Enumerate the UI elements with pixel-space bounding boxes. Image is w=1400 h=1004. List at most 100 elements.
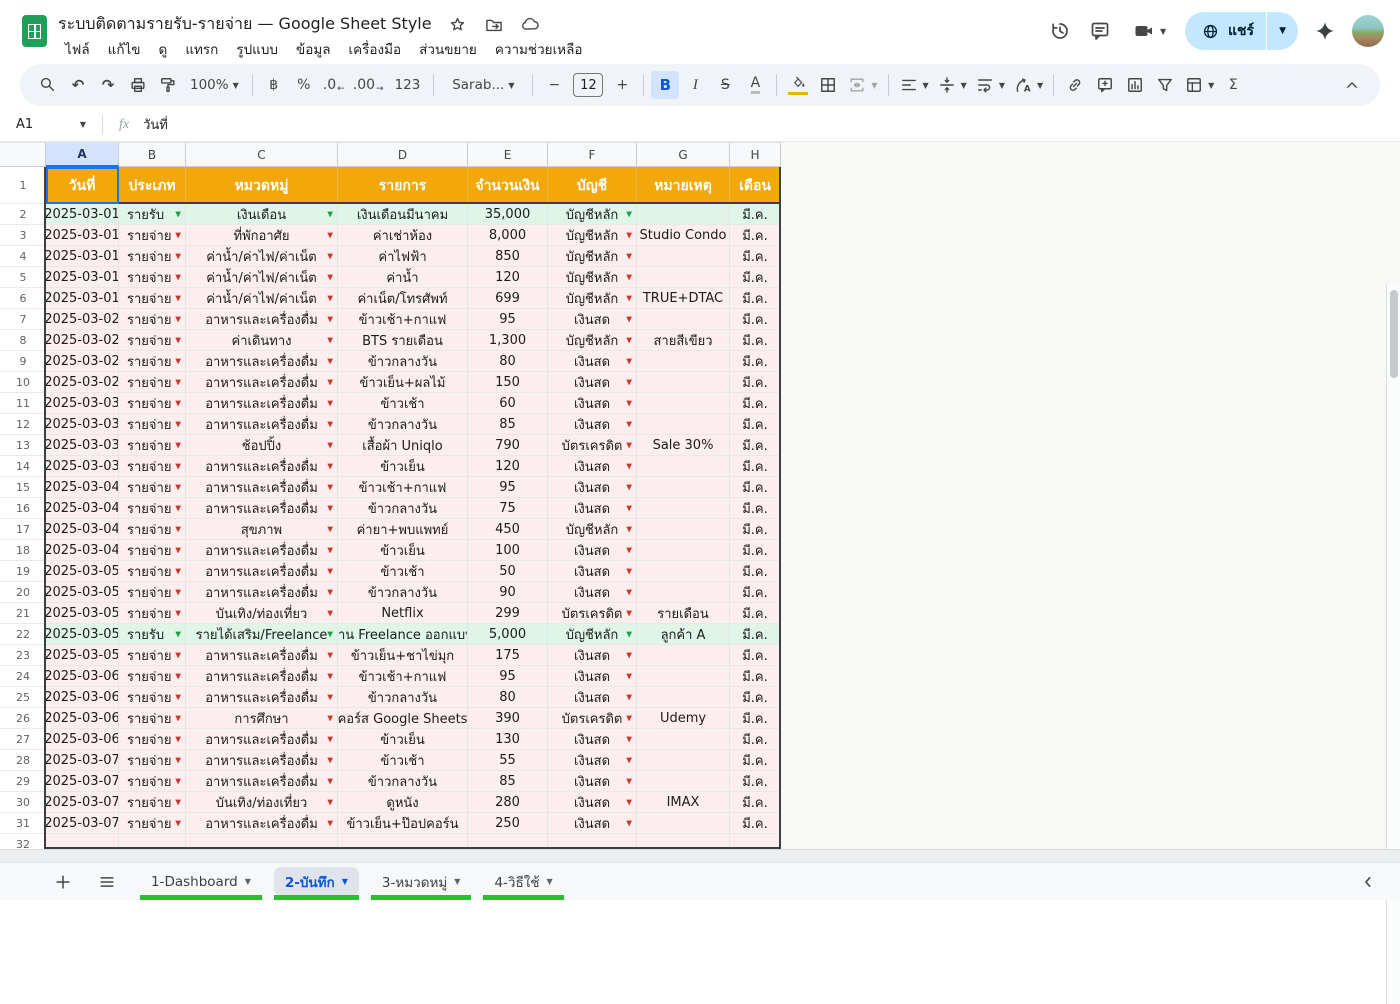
insert-link-button[interactable]	[1061, 71, 1089, 99]
cell-H4[interactable]: มี.ค.	[730, 246, 781, 267]
row-number-27[interactable]: 27	[0, 729, 46, 750]
cell-B21[interactable]: รายจ่าย▼	[119, 603, 186, 624]
redo-button[interactable]: ↷	[94, 71, 122, 99]
cell-E15[interactable]: 95	[468, 477, 548, 498]
text-color-button[interactable]: A	[741, 71, 769, 99]
row-number-1[interactable]: 1	[0, 167, 46, 204]
cell-H7[interactable]: มี.ค.	[730, 309, 781, 330]
cell-D12[interactable]: ข้าวกลางวัน	[338, 414, 468, 435]
row-number-19[interactable]: 19	[0, 561, 46, 582]
cell-C7[interactable]: อาหารและเครื่องดื่ม▼	[186, 309, 338, 330]
cell-A19[interactable]: 2025-03-05	[46, 561, 119, 582]
cell-D7[interactable]: ข้าวเช้า+กาแฟ	[338, 309, 468, 330]
cell-F21[interactable]: บัตรเครดิต▼	[548, 603, 637, 624]
cell-F8[interactable]: บัญชีหลัก▼	[548, 330, 637, 351]
dropdown-arrow-icon[interactable]: ▼	[175, 315, 181, 324]
number-format-button[interactable]: 123	[389, 71, 427, 99]
cell-E14[interactable]: 120	[468, 456, 548, 477]
namebox-dropdown-icon[interactable]: ▼	[80, 120, 86, 129]
cell-B16[interactable]: รายจ่าย▼	[119, 498, 186, 519]
cell-E20[interactable]: 90	[468, 582, 548, 603]
dropdown-arrow-icon[interactable]: ▼	[327, 231, 333, 240]
dropdown-arrow-icon[interactable]: ▼	[626, 315, 632, 324]
dropdown-arrow-icon[interactable]: ▼	[327, 315, 333, 324]
dropdown-arrow-icon[interactable]: ▼	[327, 273, 333, 282]
cell-E32[interactable]	[468, 834, 548, 849]
dropdown-arrow-icon[interactable]: ▼	[626, 609, 632, 618]
cell-F12[interactable]: เงินสด▼	[548, 414, 637, 435]
cell-E21[interactable]: 299	[468, 603, 548, 624]
dropdown-arrow-icon[interactable]: ▼	[626, 273, 632, 282]
cell-H27[interactable]: มี.ค.	[730, 729, 781, 750]
cell-D26[interactable]: คอร์ส Google Sheets	[338, 708, 468, 729]
borders-button[interactable]	[814, 71, 842, 99]
dropdown-arrow-icon[interactable]: ▼	[327, 441, 333, 450]
row-number-5[interactable]: 5	[0, 267, 46, 288]
tab-dropdown-icon[interactable]: ▼	[342, 877, 348, 886]
cell-A10[interactable]: 2025-03-02	[46, 372, 119, 393]
cell-B18[interactable]: รายจ่าย▼	[119, 540, 186, 561]
cell-D19[interactable]: ข้าวเช้า	[338, 561, 468, 582]
dropdown-arrow-icon[interactable]: ▼	[626, 504, 632, 513]
document-title[interactable]: ระบบติดตามรายรับ-รายจ่าย — Google Sheet …	[58, 12, 432, 37]
cell-C2[interactable]: เงินเดือน▼	[186, 204, 338, 225]
cell-C23[interactable]: อาหารและเครื่องดื่ม▼	[186, 645, 338, 666]
horizontal-align-button[interactable]: ▼	[896, 71, 932, 99]
dropdown-arrow-icon[interactable]: ▼	[626, 441, 632, 450]
cell-C15[interactable]: อาหารและเครื่องดื่ม▼	[186, 477, 338, 498]
scroll-tabs-icon[interactable]	[1358, 872, 1378, 892]
cell-B22[interactable]: รายรับ▼	[119, 624, 186, 645]
cell-E8[interactable]: 1,300	[468, 330, 548, 351]
dropdown-arrow-icon[interactable]: ▼	[626, 462, 632, 471]
cell-A4[interactable]: 2025-03-01	[46, 246, 119, 267]
cell-D23[interactable]: ข้าวเย็น+ชาไข่มุก	[338, 645, 468, 666]
cell-H21[interactable]: มี.ค.	[730, 603, 781, 624]
dropdown-arrow-icon[interactable]: ▼	[626, 252, 632, 261]
cell-H31[interactable]: มี.ค.	[730, 813, 781, 834]
cell-A21[interactable]: 2025-03-05	[46, 603, 119, 624]
cell-E9[interactable]: 80	[468, 351, 548, 372]
cell-F16[interactable]: เงินสด▼	[548, 498, 637, 519]
cell-F3[interactable]: บัญชีหลัก▼	[548, 225, 637, 246]
increase-font-size-button[interactable]: +	[608, 71, 636, 99]
dropdown-arrow-icon[interactable]: ▼	[327, 210, 333, 219]
scrollbar-thumb[interactable]	[1390, 290, 1398, 378]
cell-C3[interactable]: ที่พักอาศัย▼	[186, 225, 338, 246]
dropdown-arrow-icon[interactable]: ▼	[626, 399, 632, 408]
cell-G30[interactable]: IMAX	[637, 792, 730, 813]
paint-format-button[interactable]	[154, 71, 182, 99]
dropdown-arrow-icon[interactable]: ▼	[626, 756, 632, 765]
cell-C26[interactable]: การศึกษา▼	[186, 708, 338, 729]
cell-B10[interactable]: รายจ่าย▼	[119, 372, 186, 393]
cell-B24[interactable]: รายจ่าย▼	[119, 666, 186, 687]
print-button[interactable]	[124, 71, 152, 99]
cell-F15[interactable]: เงินสด▼	[548, 477, 637, 498]
cell-A24[interactable]: 2025-03-06	[46, 666, 119, 687]
cell-B26[interactable]: รายจ่าย▼	[119, 708, 186, 729]
cell-C16[interactable]: อาหารและเครื่องดื่ม▼	[186, 498, 338, 519]
cell-A29[interactable]: 2025-03-07	[46, 771, 119, 792]
dropdown-arrow-icon[interactable]: ▼	[626, 672, 632, 681]
dropdown-arrow-icon[interactable]: ▼	[327, 420, 333, 429]
cell-D32[interactable]	[338, 834, 468, 849]
cell-H18[interactable]: มี.ค.	[730, 540, 781, 561]
row-number-20[interactable]: 20	[0, 582, 46, 603]
cell-A22[interactable]: 2025-03-05	[46, 624, 119, 645]
cell-A25[interactable]: 2025-03-06	[46, 687, 119, 708]
row-number-11[interactable]: 11	[0, 393, 46, 414]
dropdown-arrow-icon[interactable]: ▼	[175, 504, 181, 513]
menu-item-4[interactable]: แทรก	[176, 36, 227, 62]
cell-D24[interactable]: ข้าวเช้า+กาแฟ	[338, 666, 468, 687]
cell-A31[interactable]: 2025-03-07	[46, 813, 119, 834]
row-number-29[interactable]: 29	[0, 771, 46, 792]
cell-A23[interactable]: 2025-03-05	[46, 645, 119, 666]
dropdown-arrow-icon[interactable]: ▼	[626, 777, 632, 786]
dropdown-arrow-icon[interactable]: ▼	[327, 798, 333, 807]
cell-A5[interactable]: 2025-03-01	[46, 267, 119, 288]
menu-item-2[interactable]: แก้ไข	[99, 36, 150, 62]
bold-button[interactable]: B	[651, 71, 679, 99]
cell-H17[interactable]: มี.ค.	[730, 519, 781, 540]
cell-B5[interactable]: รายจ่าย▼	[119, 267, 186, 288]
column-header-G[interactable]: G	[637, 142, 730, 167]
header-cell-3[interactable]: หมวดหมู่	[186, 167, 338, 204]
